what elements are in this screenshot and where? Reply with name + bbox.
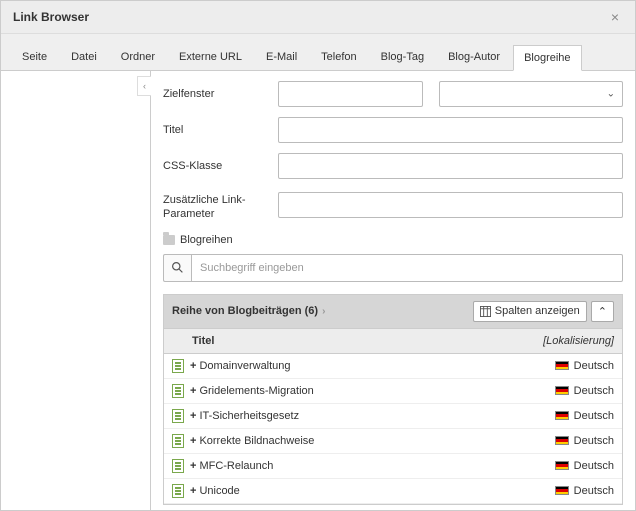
flag-icon bbox=[555, 436, 569, 445]
lang-label: Deutsch bbox=[574, 485, 614, 497]
content-area: ‹ Zielfenster ⌄ Titel CSS-Klasse bbox=[1, 71, 635, 510]
lang-label: Deutsch bbox=[574, 360, 614, 372]
page-icon bbox=[172, 384, 184, 398]
tab-blogreihe[interactable]: Blogreihe bbox=[513, 45, 581, 71]
rows-container: +DomainverwaltungDeutsch+Gridelements-Mi… bbox=[164, 354, 622, 504]
lang-cell: Deutsch bbox=[514, 460, 614, 472]
listing-actions: Spalten anzeigen ⌃ bbox=[473, 301, 614, 322]
folder-icon bbox=[163, 235, 175, 245]
target-label: Zielfenster bbox=[163, 87, 278, 101]
table-row[interactable]: +Gridelements-Migration Deutsch bbox=[164, 379, 622, 404]
tree-sidebar: ‹ bbox=[1, 71, 151, 510]
plus-icon: + bbox=[190, 360, 196, 372]
main-panel: Zielfenster ⌄ Titel CSS-Klasse Zusätz bbox=[151, 71, 635, 510]
page-icon bbox=[172, 434, 184, 448]
listing-header: Reihe von Blogbeiträgen (6) › Spalten an… bbox=[164, 295, 622, 328]
chevron-up-icon: ⌃ bbox=[598, 305, 607, 318]
lang-label: Deutsch bbox=[574, 435, 614, 447]
target-row: Zielfenster ⌄ bbox=[163, 81, 623, 107]
section-label: Blogreihen bbox=[163, 234, 623, 246]
tab-telefon[interactable]: Telefon bbox=[310, 44, 367, 70]
title-label: Titel bbox=[163, 123, 278, 137]
lang-label: Deutsch bbox=[574, 460, 614, 472]
css-input[interactable] bbox=[278, 153, 623, 179]
chevron-right-icon: › bbox=[322, 306, 325, 317]
modal-title: Link Browser bbox=[13, 10, 89, 24]
table-row[interactable]: +Unicode Deutsch bbox=[164, 479, 622, 504]
row-title: Unicode bbox=[199, 485, 514, 497]
tab-ordner[interactable]: Ordner bbox=[110, 44, 166, 70]
row-title: IT-Sicherheitsgesetz bbox=[199, 410, 514, 422]
table-row[interactable]: +MFC-Relaunch Deutsch bbox=[164, 454, 622, 479]
target-input[interactable] bbox=[278, 81, 423, 107]
col-loc: [Lokalisierung] bbox=[522, 329, 622, 353]
collapse-listing-button[interactable]: ⌃ bbox=[591, 301, 614, 322]
flag-icon bbox=[555, 486, 569, 495]
columns-icon bbox=[480, 306, 491, 317]
lang-label: Deutsch bbox=[574, 410, 614, 422]
lang-cell: Deutsch bbox=[514, 485, 614, 497]
col-title: Titel bbox=[164, 329, 522, 353]
tab-e-mail[interactable]: E-Mail bbox=[255, 44, 308, 70]
tab-blog-autor[interactable]: Blog-Autor bbox=[437, 44, 511, 70]
tab-externe-url[interactable]: Externe URL bbox=[168, 44, 253, 70]
listing-title-wrap[interactable]: Reihe von Blogbeiträgen (6) › bbox=[172, 305, 325, 317]
flag-icon bbox=[555, 411, 569, 420]
css-label: CSS-Klasse bbox=[163, 159, 278, 173]
flag-icon bbox=[555, 361, 569, 370]
lang-cell: Deutsch bbox=[514, 385, 614, 397]
flag-icon bbox=[555, 461, 569, 470]
section-text: Blogreihen bbox=[180, 234, 233, 246]
page-icon bbox=[172, 459, 184, 473]
flag-icon bbox=[555, 386, 569, 395]
modal-header: Link Browser × bbox=[1, 1, 635, 34]
table-row[interactable]: +Domainverwaltung Deutsch bbox=[164, 354, 622, 379]
lang-cell: Deutsch bbox=[514, 410, 614, 422]
tab-seite[interactable]: Seite bbox=[11, 44, 58, 70]
search-button[interactable] bbox=[163, 254, 191, 282]
row-title: Domainverwaltung bbox=[199, 360, 514, 372]
search-input[interactable] bbox=[191, 254, 623, 282]
lang-cell: Deutsch bbox=[514, 435, 614, 447]
link-browser-modal: Link Browser × SeiteDateiOrdnerExterne U… bbox=[0, 0, 636, 511]
page-icon bbox=[172, 409, 184, 423]
listing: Reihe von Blogbeiträgen (6) › Spalten an… bbox=[163, 294, 623, 505]
columns-button[interactable]: Spalten anzeigen bbox=[473, 301, 587, 322]
table-row[interactable]: +IT-Sicherheitsgesetz Deutsch bbox=[164, 404, 622, 429]
params-label: Zusätzliche Link-Parameter bbox=[163, 189, 278, 222]
row-title: Gridelements-Migration bbox=[199, 385, 514, 397]
row-title: MFC-Relaunch bbox=[199, 460, 514, 472]
css-row: CSS-Klasse bbox=[163, 153, 623, 179]
plus-icon: + bbox=[190, 435, 196, 447]
params-row: Zusätzliche Link-Parameter bbox=[163, 189, 623, 222]
collapse-toggle[interactable]: ‹ bbox=[137, 76, 151, 96]
page-icon bbox=[172, 484, 184, 498]
title-row: Titel bbox=[163, 117, 623, 143]
params-input[interactable] bbox=[278, 192, 623, 218]
search-row bbox=[163, 254, 623, 282]
listing-title: Reihe von Blogbeiträgen (6) bbox=[172, 305, 318, 317]
table-row[interactable]: +Korrekte Bildnachweise Deutsch bbox=[164, 429, 622, 454]
column-header: Titel [Lokalisierung] bbox=[164, 328, 622, 354]
columns-label: Spalten anzeigen bbox=[495, 305, 580, 317]
plus-icon: + bbox=[190, 460, 196, 472]
target-select[interactable] bbox=[439, 81, 623, 107]
tab-datei[interactable]: Datei bbox=[60, 44, 108, 70]
tab-blog-tag[interactable]: Blog-Tag bbox=[370, 44, 435, 70]
plus-icon: + bbox=[190, 485, 196, 497]
search-icon bbox=[171, 261, 184, 274]
close-icon[interactable]: × bbox=[607, 9, 623, 25]
row-title: Korrekte Bildnachweise bbox=[199, 435, 514, 447]
lang-label: Deutsch bbox=[574, 385, 614, 397]
plus-icon: + bbox=[190, 385, 196, 397]
title-input[interactable] bbox=[278, 117, 623, 143]
tab-bar: SeiteDateiOrdnerExterne URLE-MailTelefon… bbox=[1, 34, 635, 71]
lang-cell: Deutsch bbox=[514, 360, 614, 372]
plus-icon: + bbox=[190, 410, 196, 422]
page-icon bbox=[172, 359, 184, 373]
